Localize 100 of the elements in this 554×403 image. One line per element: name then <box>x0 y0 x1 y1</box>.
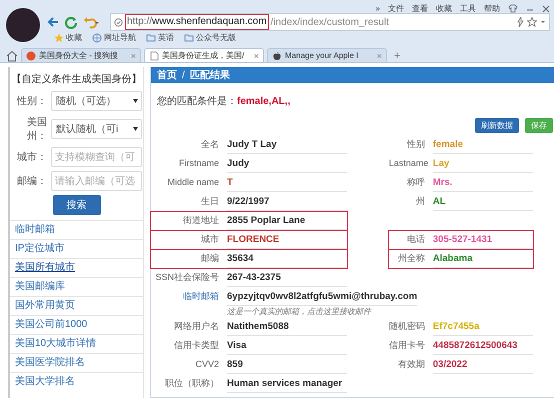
input-field[interactable]: 支持模糊查询（可 <box>51 147 142 167</box>
menu-item[interactable]: 工具 <box>460 4 476 13</box>
star-icon[interactable] <box>54 32 64 42</box>
field-label: 邮编： <box>16 174 48 188</box>
sidebar-link[interactable]: 国外常用黄页 <box>10 296 143 315</box>
dropdown[interactable]: 默认随机（可i <box>51 119 142 139</box>
lightning-icon[interactable] <box>516 17 524 27</box>
sidebar-link[interactable]: 美国邮编库 <box>10 277 143 296</box>
url-path: /index/index/custom_result <box>270 16 389 28</box>
globe-icon[interactable] <box>92 32 102 42</box>
field-label: Middle name <box>166 176 220 189</box>
breadcrumb-link[interactable]: 首页 <box>157 68 177 82</box>
field-label: 随机密码 <box>388 320 426 333</box>
field-value: Natithem5088 <box>227 318 347 336</box>
breadcrumb-link[interactable]: 匹配结果 <box>190 68 230 82</box>
field-value: 9/22/1997 <box>227 193 347 211</box>
field-label: 信用卡号 <box>388 339 426 352</box>
apple-logo-icon[interactable] <box>272 50 282 60</box>
field-label: 街道地址 <box>182 214 220 227</box>
search-button[interactable]: 搜索 <box>52 195 100 215</box>
back-arrow-icon[interactable] <box>46 15 60 29</box>
field-value: female <box>432 136 533 154</box>
shield-icon[interactable] <box>114 18 123 26</box>
page-icon[interactable] <box>149 50 159 60</box>
field-value: 03/2022 <box>432 356 533 374</box>
field-label: 称呼 <box>406 176 426 189</box>
browser-tab[interactable]: Manage your Apple I × <box>267 48 387 62</box>
field-label: 全名 <box>200 138 220 151</box>
sidebar-link[interactable]: 美国公司前1000 <box>10 315 143 334</box>
field-label: 美国州： <box>26 116 48 143</box>
menu-item[interactable]: 帮助 <box>484 4 500 13</box>
menu-item[interactable]: 收藏 <box>436 4 452 13</box>
tab-title: 美国身份大全 - 搜狗搜 <box>39 50 120 61</box>
folder-icon[interactable] <box>146 32 156 42</box>
tab-title: Manage your Apple I <box>285 51 360 60</box>
folder-icon[interactable] <box>184 32 194 42</box>
field-value: Mrs. <box>432 174 533 192</box>
sidebar-link[interactable]: 美国大学排名 <box>10 372 143 391</box>
sidebar-link[interactable]: 美国医学院排名 <box>10 353 143 372</box>
field-value: AL <box>432 193 533 211</box>
bookmark-link[interactable]: 收藏 <box>54 32 82 43</box>
field-value: 267-43-2375 <box>227 269 347 287</box>
field-value: FLORENCE <box>227 231 347 249</box>
field-value: Judy T Lay <box>227 136 347 154</box>
field-label-link[interactable]: 临时邮箱 <box>151 288 227 305</box>
field-value: 859 <box>227 356 347 374</box>
field-label: 信用卡类型 <box>173 339 220 352</box>
browser-tab[interactable]: 美国身份证生成，美国/ × <box>144 48 264 62</box>
field-value: 305-527-1431 <box>432 231 533 249</box>
field-label: 网络用户名 <box>173 320 220 333</box>
sidebar-link[interactable]: 美国所有城市 <box>10 258 143 277</box>
tab-close-button[interactable]: × <box>254 50 259 60</box>
input-field[interactable]: 请输入邮编（可选 <box>51 171 142 191</box>
field-label: 州 <box>414 195 426 208</box>
caret-icon[interactable] <box>133 99 138 103</box>
menu-item[interactable]: 文件 <box>388 4 404 13</box>
field-value: Human services manager <box>227 375 347 393</box>
bookmark-link[interactable]: 网址导航 <box>92 32 136 43</box>
field-value: Ef7c7455a <box>432 318 533 336</box>
tab-title: 美国身份证生成，美国/ <box>162 50 246 61</box>
field-value: 6ypzyjtqv0wv8l2atfgfu5wmi@thrubay.com <box>227 288 418 306</box>
avatar[interactable] <box>6 8 40 42</box>
menu-item[interactable]: 查看 <box>412 4 428 13</box>
field-label: 城市 <box>200 233 220 246</box>
new-tab-button[interactable]: + <box>390 50 404 62</box>
sidebar-link[interactable]: 临时邮箱 <box>10 220 143 239</box>
home-icon[interactable] <box>6 50 18 62</box>
sidebar-link[interactable]: 美国10大城市详情 <box>10 334 143 353</box>
field-label: Firstname <box>178 157 220 170</box>
shirt-icon[interactable] <box>508 4 518 13</box>
breadcrumb-separator: / <box>182 70 185 80</box>
field-value: 35634 <box>227 250 347 268</box>
refresh-button[interactable]: 刷新数据 <box>475 118 520 133</box>
field-value: Alabama <box>432 250 533 268</box>
star-icon[interactable] <box>527 17 537 27</box>
field-value: 4485872612500643 <box>432 337 533 355</box>
sidebar-link[interactable]: IP定位城市 <box>10 239 143 258</box>
field-label: 电话 <box>406 233 426 246</box>
menu-item[interactable]: » <box>376 4 380 13</box>
browser-tab[interactable]: 美国身份大全 - 搜狗搜 × <box>21 48 141 62</box>
criteria-value: female,AL,, <box>237 96 290 107</box>
field-label: 州全称 <box>396 252 426 265</box>
url-host: http://www.shenfendaquan.com <box>126 15 268 29</box>
field-value: T <box>227 174 347 192</box>
field-label: 性别： <box>16 94 48 108</box>
bookmark-link[interactable]: 公众号无版 <box>184 32 236 43</box>
caret-icon[interactable] <box>133 127 138 131</box>
email-note: 这是一个真实的邮箱，点击这里接收邮件 <box>227 306 372 318</box>
criteria-label: 您的匹配条件是： <box>157 96 237 107</box>
field-value: Judy <box>227 155 347 173</box>
refresh-icon[interactable] <box>64 15 78 29</box>
dropdown[interactable]: 随机（可选） <box>51 91 142 111</box>
bookmark-link[interactable]: 英语 <box>146 32 174 43</box>
field-value: Visa <box>227 337 347 355</box>
field-label: 城市： <box>16 150 48 164</box>
close-icon[interactable] <box>542 4 550 13</box>
field-label: Lastname <box>388 157 430 170</box>
field-label: 职位（职称） <box>164 377 220 390</box>
field-label: 性别 <box>406 138 426 151</box>
address-bar[interactable]: http://www.shenfendaquan.com /index/index/custom_result <box>110 13 550 31</box>
